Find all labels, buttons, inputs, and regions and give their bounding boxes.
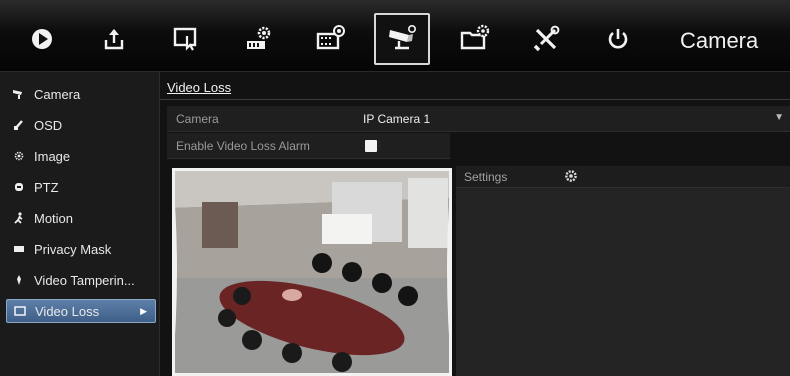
sidebar-item-label: Image <box>34 148 71 164</box>
hdd-button[interactable] <box>230 13 286 65</box>
record-button[interactable] <box>302 13 358 65</box>
export-button[interactable] <box>86 13 142 65</box>
motion-icon <box>12 211 26 225</box>
sidebar-item-label: OSD <box>34 117 63 133</box>
section-title: Video Loss <box>167 80 232 95</box>
image-icon <box>12 149 26 163</box>
sidebar: Camera OSD Image PTZ Motion Privacy Mask… <box>0 72 160 376</box>
sidebar-item-camera[interactable]: Camera <box>6 82 156 106</box>
camera-preview-image <box>172 168 452 376</box>
ptz-icon <box>12 180 26 194</box>
sidebar-item-image[interactable]: Image <box>6 144 156 168</box>
top-toolbar: Camera <box>0 0 790 72</box>
camera-select[interactable]: IP Camera 1 <box>363 112 430 126</box>
camera-label: Camera <box>176 112 219 126</box>
video-loss-alarm-checkbox[interactable] <box>365 140 377 152</box>
gear-icon[interactable] <box>564 169 578 183</box>
sidebar-item-label: Privacy Mask <box>34 241 112 257</box>
tampering-icon <box>12 273 26 287</box>
camera-settings-icon <box>389 24 416 50</box>
settings-header: Settings <box>456 166 790 188</box>
sidebar-item-label: Video Loss <box>35 303 100 319</box>
sidebar-item-label: Camera <box>34 86 81 102</box>
chevron-right-icon: ▶ <box>140 305 147 316</box>
sidebar-item-video-tampering[interactable]: Video Tamperin... <box>6 268 156 292</box>
camera-row: Camera IP Camera 1 ▼ <box>167 106 790 132</box>
alarm-label: Enable Video Loss Alarm <box>176 139 310 153</box>
play-icon <box>32 29 52 49</box>
manual-icon <box>173 27 197 51</box>
sidebar-item-motion[interactable]: Motion <box>6 206 156 230</box>
sidebar-item-label: Video Tamperin... <box>34 272 135 288</box>
sidebar-item-video-loss[interactable]: Video Loss ▶ <box>6 299 156 323</box>
configuration-button[interactable] <box>446 13 502 65</box>
chevron-down-icon[interactable]: ▼ <box>774 112 784 123</box>
alarm-row: Enable Video Loss Alarm <box>167 133 450 159</box>
main-panel: Video Loss Camera IP Camera 1 ▼ Enable V… <box>160 72 790 376</box>
power-icon <box>608 29 628 49</box>
sidebar-item-osd[interactable]: OSD <box>6 113 156 137</box>
hdd-settings-icon <box>247 26 271 49</box>
divider <box>160 99 790 100</box>
sidebar-item-ptz[interactable]: PTZ <box>6 175 156 199</box>
tools-icon <box>533 25 560 52</box>
sidebar-item-label: Motion <box>34 210 74 226</box>
osd-icon <box>12 118 26 132</box>
play-button[interactable] <box>14 13 70 65</box>
shutdown-button[interactable] <box>590 13 646 65</box>
privacy-mask-icon <box>12 242 26 256</box>
video-loss-icon <box>13 304 27 318</box>
record-settings-icon <box>316 25 345 50</box>
maintenance-button[interactable] <box>518 13 574 65</box>
settings-panel: Settings <box>456 166 790 376</box>
page-title: Camera <box>680 28 759 53</box>
export-icon <box>104 29 124 50</box>
folder-settings-icon <box>460 24 490 50</box>
camera-button[interactable] <box>374 13 430 65</box>
sidebar-item-privacy-mask[interactable]: Privacy Mask <box>6 237 156 261</box>
sidebar-item-label: PTZ <box>34 179 59 195</box>
camera-icon <box>12 87 26 101</box>
manual-button[interactable] <box>158 13 214 65</box>
settings-label: Settings <box>464 170 508 184</box>
camera-preview <box>172 168 452 376</box>
